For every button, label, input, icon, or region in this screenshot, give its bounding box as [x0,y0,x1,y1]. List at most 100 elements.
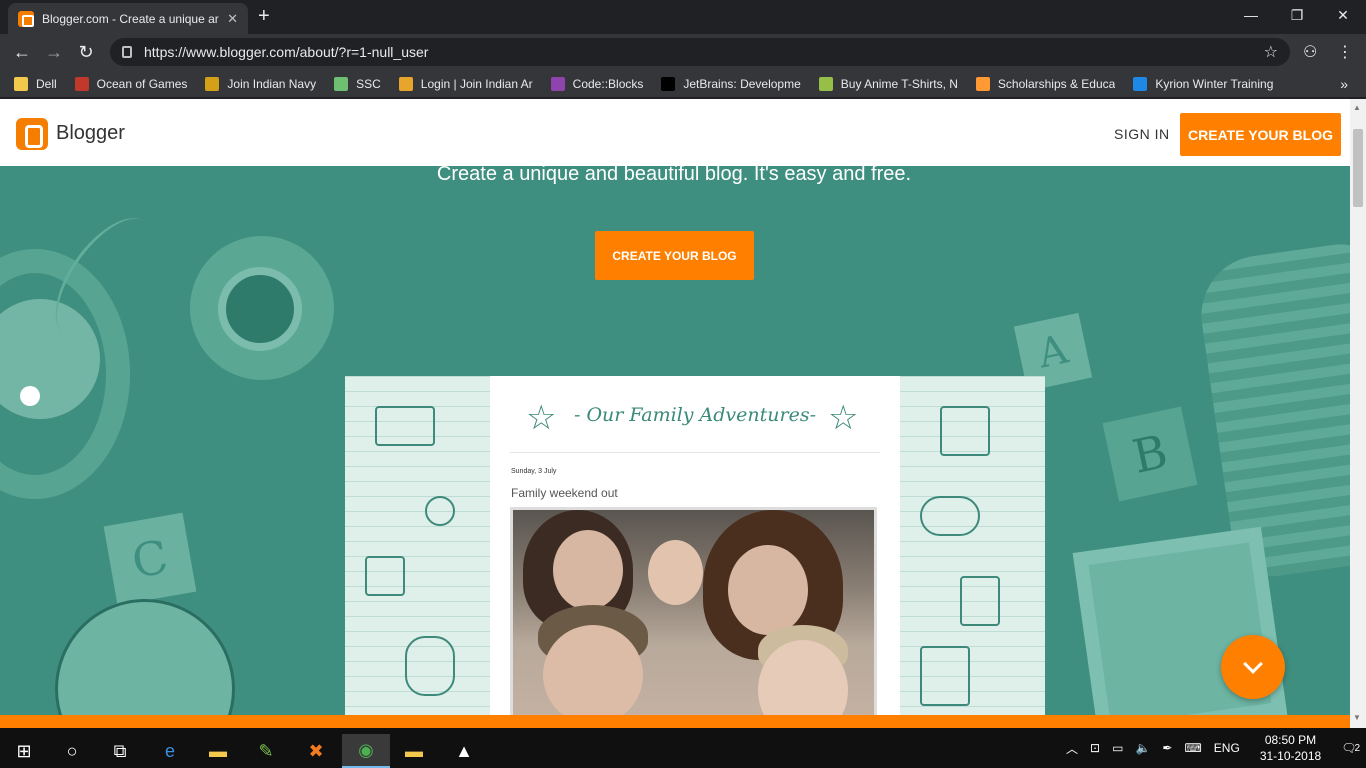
notepad-icon[interactable]: ✎ [242,734,290,768]
file-explorer-icon[interactable]: ▬ [194,734,242,768]
minimize-button[interactable]: — [1228,0,1274,30]
doodle-box-icon [365,556,405,596]
blogger-logo-icon[interactable] [16,118,48,150]
bookmark-label: Code::Blocks [572,76,644,91]
bookmark-label: Kyrion Winter Training [1155,76,1274,91]
block-b-decoration: B [1102,406,1198,502]
scroll-thumb[interactable] [1353,129,1363,207]
window-controls: — ❐ ✕ [1228,0,1366,30]
photo-face [543,625,643,725]
clock-time: 08:50 PM [1264,733,1317,747]
bookmark-icon [550,76,565,91]
close-window-button[interactable]: ✕ [1320,0,1366,30]
address-bar[interactable]: https://www.blogger.com/about/?r=1-null_… [110,38,1290,66]
bookmark-item[interactable]: JetBrains: Developme [661,76,801,91]
chrome-icon[interactable]: ◉ [342,734,390,768]
show-hidden-icons-icon[interactable]: ︿ [1066,740,1078,757]
block-c-decoration: C [103,512,197,606]
doodle-panel-left [345,376,490,728]
windows-start-icon[interactable]: ⊞ [0,734,48,768]
blogger-favicon-icon [18,10,34,27]
doodle-tv-icon [375,406,435,446]
back-button[interactable]: ← [10,40,34,64]
brand-name[interactable]: Blogger [56,122,125,145]
bookmark-star-icon[interactable]: ☆ [1264,42,1278,62]
scroll-down-button[interactable] [1221,635,1285,699]
language-indicator[interactable]: ENG [1214,741,1240,755]
doodle-clock-icon [425,496,455,526]
bookmark-item[interactable]: Ocean of Games [74,76,188,91]
browser-toolbar: ← → ↻ https://www.blogger.com/about/?r=1… [0,34,1366,70]
bookmark-icon [74,76,89,91]
soccer-ball-decoration [55,599,235,728]
tab-title: Blogger.com - Create a unique ar [42,11,219,26]
coffee-cup-inner-decoration [218,267,302,351]
photo-face [648,540,703,605]
edge-browser-icon[interactable]: e [146,734,194,768]
post-date: Sunday, 3 July [511,468,557,475]
bookmark-item[interactable]: Scholarships & Educa [975,76,1115,91]
bookmark-item[interactable]: SSC [334,76,381,91]
bookmark-item[interactable]: Dell [14,76,57,91]
bookmark-label: Ocean of Games [96,76,188,91]
xampp-icon[interactable]: ✖ [292,734,340,768]
close-tab-icon[interactable]: ✕ [227,11,238,27]
task-view-icon[interactable]: ⧉ [96,734,144,768]
doodle-jar-icon [940,406,990,456]
chevron-down-icon [1243,654,1263,674]
photo-face [728,545,808,635]
doodle-kettle-icon [960,576,1000,626]
create-blog-button[interactable]: CREATE YOUR BLOG [595,231,754,280]
scroll-up-arrow-icon[interactable]: ▲ [1353,103,1361,112]
page-scrollbar[interactable]: ▲ ▼ [1350,99,1366,728]
bookmark-icon [818,76,833,91]
extension-icon[interactable]: ⚇ [1303,42,1317,62]
clock-date: 31-10-2018 [1259,749,1322,763]
scroll-down-arrow-icon[interactable]: ▼ [1353,713,1361,722]
bookmark-label: Login | Join Indian Ar [420,76,533,91]
windows-taskbar: ⊞ ○ ⧉ e ▬ ✎ ✖ ◉ ▬ ▲ ︿ ⊡ ▭ 🔈 ✒ ⌨ ENG 08:5… [0,728,1366,768]
sign-in-link[interactable]: SIGN IN [1114,126,1170,142]
bookmark-icon [661,76,676,91]
family-photo [510,507,877,728]
page-viewport: Blogger SIGN IN CREATE YOUR BLOG C A B C… [0,99,1366,728]
more-bookmarks-icon[interactable]: » [1340,76,1348,92]
keyboard-icon[interactable]: ⌨ [1184,741,1201,755]
bookmark-label: JetBrains: Developme [683,76,801,91]
volume-icon[interactable]: 🔈 [1135,741,1150,755]
menu-icon[interactable]: ⋮ [1337,42,1353,62]
pen-icon[interactable]: ✒ [1162,741,1172,755]
bookmark-item[interactable]: Login | Join Indian Ar [398,76,533,91]
divider [510,452,880,453]
photo-face [553,530,623,610]
bookmark-icon [14,76,28,91]
doodle-iron-icon [920,496,980,536]
new-tab-button[interactable]: + [258,5,270,28]
bookmark-icon [334,76,349,91]
post-title: Family weekend out [511,486,618,500]
photos-icon[interactable]: ▲ [440,734,488,768]
bookmark-item[interactable]: Buy Anime T-Shirts, N [818,76,958,91]
notification-count: 2 [1354,742,1360,754]
folder-icon[interactable]: ▬ [390,734,438,768]
network-icon[interactable]: ⊡ [1090,741,1100,755]
doodle-panel-right [900,376,1045,728]
clock[interactable]: 08:50 PM 31-10-2018 [1260,732,1321,764]
system-tray: ︿ ⊡ ▭ 🔈 ✒ ⌨ ENG 08:50 PM 31-10-2018 🗨 2 [1060,728,1366,768]
reload-button[interactable]: ↻ [74,40,98,64]
bookmark-item[interactable]: Join Indian Navy [205,76,317,91]
battery-icon[interactable]: ▭ [1112,741,1123,755]
restore-button[interactable]: ❐ [1274,0,1320,30]
forward-button[interactable]: → [42,40,66,64]
bookmark-item[interactable]: Code::Blocks [550,76,644,91]
bookmark-item[interactable]: Kyrion Winter Training [1133,76,1274,91]
browser-tab[interactable]: Blogger.com - Create a unique ar ✕ [8,3,248,34]
bookmark-label: Dell [36,76,57,91]
flower-center-decoration [20,386,40,406]
bookmark-label: Join Indian Navy [227,76,317,91]
create-blog-button-header[interactable]: CREATE YOUR BLOG [1180,113,1341,156]
cortana-search-icon[interactable]: ○ [48,734,96,768]
lock-icon [122,46,132,58]
doodle-mixer-icon [405,636,455,696]
bookmark-icon [398,76,413,91]
